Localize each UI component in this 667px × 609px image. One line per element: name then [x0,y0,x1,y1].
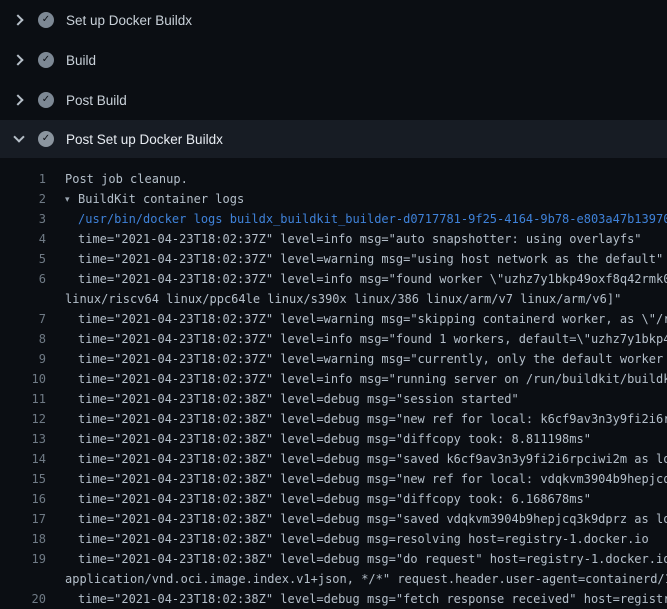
log-line-text: time="2021-04-23T18:02:37Z" level=warnin… [78,349,667,369]
log-line: 12 time="2021-04-23T18:02:38Z" level=debu… [0,409,667,429]
log-line-number[interactable]: 20 [0,589,46,609]
log-line-number[interactable]: 16 [0,489,46,509]
log-line: 6 time="2021-04-23T18:02:37Z" level=info … [0,269,667,289]
log-line-text: time="2021-04-23T18:02:38Z" level=debug … [78,409,667,429]
steps-list: ✓ Set up Docker Buildx ✓ Build ✓ Post Build ✓ P… [0,0,667,158]
check-circle-icon: ✓ [38,131,54,147]
check-icon: ✓ [42,15,50,25]
check-icon: ✓ [42,134,50,144]
log-line-number[interactable]: 12 [0,409,46,429]
log-line: 9 time="2021-04-23T18:02:37Z" level=warni… [0,349,667,369]
log-line: 20 time="2021-04-23T18:02:38Z" level=debu… [0,589,667,609]
log-line-number[interactable]: 17 [0,509,46,529]
log-line-text: time="2021-04-23T18:02:38Z" level=debug … [78,589,667,609]
log-line-number[interactable]: 6 [0,269,46,289]
log-line-text: time="2021-04-23T18:02:38Z" level=debug … [78,389,519,409]
log-line-number[interactable]: 5 [0,249,46,269]
chevron-right-icon [12,53,26,67]
log-line-text: time="2021-04-23T18:02:38Z" level=debug … [78,469,667,489]
log-line-text: linux/riscv64 linux/ppc64le linux/s390x … [65,289,621,309]
log-line: application/vnd.oci.image.index.v1+json,… [0,569,667,589]
log-line-number[interactable]: 9 [0,349,46,369]
log-line-number[interactable]: 2 [0,189,46,209]
log-line-text: time="2021-04-23T18:02:37Z" level=info m… [78,229,642,249]
log-line: linux/riscv64 linux/ppc64le linux/s390x … [0,289,667,309]
step-row-post-set-up-docker-buildx[interactable]: ✓ Post Set up Docker Buildx [0,120,667,158]
log-line-text: time="2021-04-23T18:02:38Z" level=debug … [78,529,649,549]
log-line-number[interactable]: 11 [0,389,46,409]
log-line: 7 time="2021-04-23T18:02:37Z" level=warni… [0,309,667,329]
log-line-text: Post job cleanup. [65,169,188,189]
step-label: Post Set up Docker Buildx [66,132,223,147]
caret-down-icon[interactable]: ▾ [65,190,78,209]
log-line-text: time="2021-04-23T18:02:38Z" level=debug … [78,489,591,509]
log-line-text: time="2021-04-23T18:02:37Z" level=warnin… [78,309,667,329]
log-line: 19 time="2021-04-23T18:02:38Z" level=debu… [0,549,667,569]
actions-log-viewer: ✓ Set up Docker Buildx ✓ Build ✓ Post Build ✓ P… [0,0,667,609]
log-line: 14 time="2021-04-23T18:02:38Z" level=debu… [0,449,667,469]
log-line-number[interactable]: 7 [0,309,46,329]
log-area: 1 Post job cleanup. 2 ▾BuildKit container l… [0,158,667,609]
log-line: 18 time="2021-04-23T18:02:38Z" level=debu… [0,529,667,549]
log-line: 5 time="2021-04-23T18:02:37Z" level=warni… [0,249,667,269]
log-line: 1 Post job cleanup. [0,169,667,189]
log-line-number [0,289,46,309]
log-line: 2 ▾BuildKit container logs [0,189,667,209]
log-line-number[interactable]: 19 [0,549,46,569]
chevron-down-icon [12,132,26,146]
log-group-toggle[interactable]: ▾BuildKit container logs [65,189,244,209]
log-line-number[interactable]: 8 [0,329,46,349]
log-line: 4 time="2021-04-23T18:02:37Z" level=info … [0,229,667,249]
log-line-text: time="2021-04-23T18:02:38Z" level=debug … [78,429,591,449]
log-line-number[interactable]: 15 [0,469,46,489]
log-command-text: /usr/bin/docker logs buildx_buildkit_bui… [78,209,667,229]
log-line: 11 time="2021-04-23T18:02:38Z" level=debu… [0,389,667,409]
check-circle-icon: ✓ [38,52,54,68]
check-circle-icon: ✓ [38,92,54,108]
log-line-number[interactable]: 4 [0,229,46,249]
log-line-text: time="2021-04-23T18:02:37Z" level=warnin… [78,249,663,269]
log-line-text: time="2021-04-23T18:02:37Z" level=info m… [78,329,667,349]
log-line-text: time="2021-04-23T18:02:38Z" level=debug … [78,509,667,529]
check-icon: ✓ [42,95,50,105]
step-row-set-up-docker-buildx[interactable]: ✓ Set up Docker Buildx [0,0,667,40]
log-line-text: time="2021-04-23T18:02:38Z" level=debug … [78,549,667,569]
step-label: Post Build [66,93,127,108]
log-line: 16 time="2021-04-23T18:02:38Z" level=debu… [0,489,667,509]
log-line-text: time="2021-04-23T18:02:37Z" level=info m… [78,269,667,289]
log-line: 8 time="2021-04-23T18:02:37Z" level=info … [0,329,667,349]
log-line: 13 time="2021-04-23T18:02:38Z" level=debu… [0,429,667,449]
log-line: 17 time="2021-04-23T18:02:38Z" level=debu… [0,509,667,529]
log-line-text: time="2021-04-23T18:02:38Z" level=debug … [78,449,667,469]
log-line-number[interactable]: 18 [0,529,46,549]
log-line-text: time="2021-04-23T18:02:37Z" level=info m… [78,369,667,389]
log-line-number[interactable]: 13 [0,429,46,449]
check-icon: ✓ [42,55,50,65]
log-line-number[interactable]: 10 [0,369,46,389]
log-line-number [0,569,46,589]
log-line-text: application/vnd.oci.image.index.v1+json,… [65,569,667,589]
log-line: 3/usr/bin/docker logs buildx_buildkit_bu… [0,209,667,229]
step-label: Set up Docker Buildx [66,13,192,28]
check-circle-icon: ✓ [38,12,54,28]
log-line-number[interactable]: 3 [0,209,46,229]
log-line: 10 time="2021-04-23T18:02:37Z" level=info… [0,369,667,389]
chevron-right-icon [12,93,26,107]
log-line: 15 time="2021-04-23T18:02:38Z" level=debu… [0,469,667,489]
log-group-label: BuildKit container logs [78,192,244,206]
log-line-number[interactable]: 14 [0,449,46,469]
log-line-number[interactable]: 1 [0,169,46,189]
step-row-post-build[interactable]: ✓ Post Build [0,80,667,120]
chevron-right-icon [12,13,26,27]
step-label: Build [66,53,96,68]
step-row-build[interactable]: ✓ Build [0,40,667,80]
